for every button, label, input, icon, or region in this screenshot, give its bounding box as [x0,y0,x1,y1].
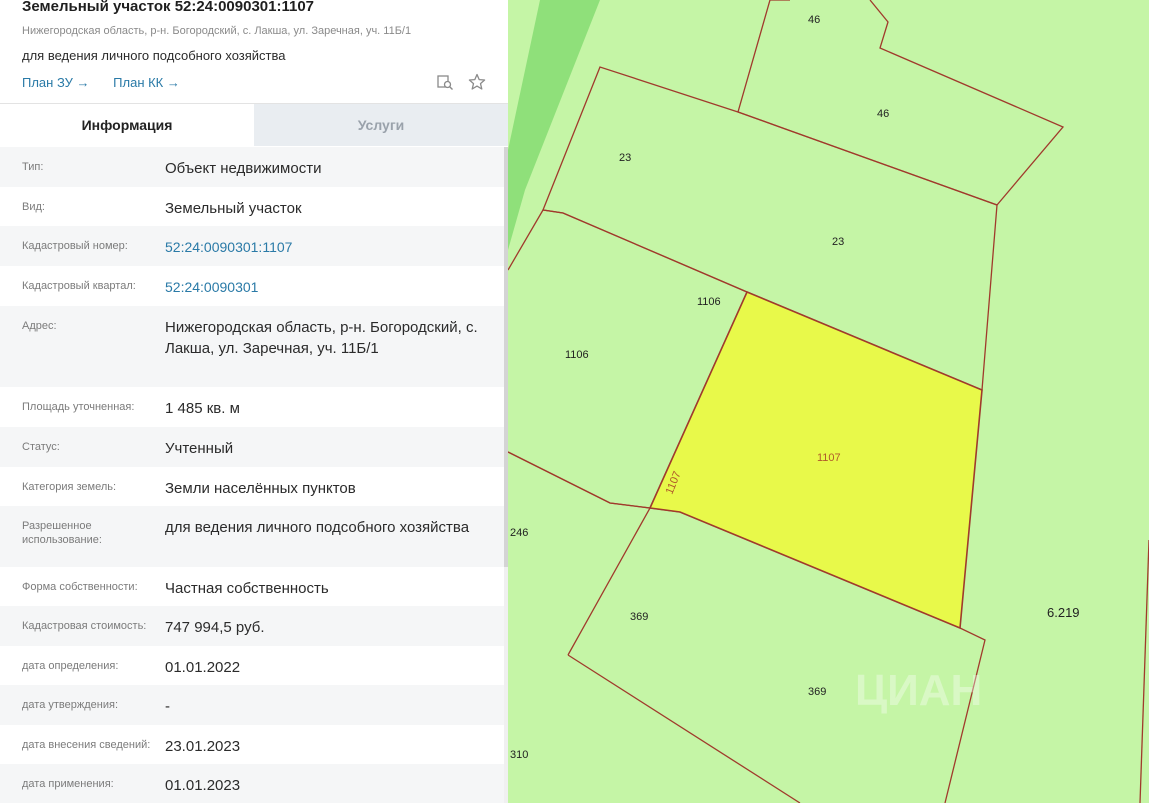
row-label: Форма собственности: [22,581,138,593]
panel-header: Земельный участок 52:24:0090301:1107 Ниж… [0,0,508,104]
row-value: Учтенный [165,440,234,457]
row-label: Тип: [22,161,44,173]
map-label-1107: 1107 [817,452,841,464]
property-row: Категория земель: Земли населённых пункто… [0,467,508,506]
tab-bar: Информация Услуги [0,104,508,146]
property-row: Кадастровый квартал: 52:24:0090301 [0,266,508,306]
cadastral-quarter-link[interactable]: 52:24:0090301 [165,277,508,306]
row-label: Вид: [22,201,45,213]
map-label-46a: 46 [808,14,820,26]
row-value: 747 994,5 руб. [165,619,265,636]
row-value: 23.01.2023 [165,738,241,755]
row-label: Кадастровый квартал: [22,280,136,292]
row-label: дата применения: [22,778,114,790]
scrollbar-thumb[interactable] [504,147,508,567]
row-value: 01.01.2022 [165,659,241,676]
row-label: Площадь уточненная: [22,401,135,413]
watermark-logo: ЦИАН [855,666,982,715]
map-label-46b: 46 [877,108,889,120]
row-value: Частная собственность [165,580,329,597]
property-row: дата утверждения: - [0,685,508,725]
map-label-1106b: 1106 [565,349,589,361]
row-value: 1 485 кв. м [165,400,240,417]
map-label-6219: 6.219 [1047,605,1080,620]
row-value: 01.01.2023 [165,777,241,794]
row-label: Кадастровый номер: [22,240,128,252]
property-row: Кадастровая стоимость: 747 994,5 руб. [0,606,508,646]
property-row: Статус: Учтенный [0,427,508,467]
row-label: Статус: [22,441,60,453]
land-use-subtitle: для ведения личного подсобного хозяйства [22,48,286,63]
row-value: для ведения личного подсобного хозяйства [165,519,470,536]
row-label: Кадастровая стоимость: [22,620,147,632]
property-row: Кадастровый номер: 52:24:0090301:1107 [0,226,508,266]
scrollbar[interactable] [504,147,508,803]
row-value: - [165,698,170,715]
map-label-1106a: 1106 [697,296,721,308]
map-label-369b: 369 [808,686,826,698]
row-label: Разрешенное использование: [22,520,102,546]
info-panel: Земельный участок 52:24:0090301:1107 Ниж… [0,0,508,803]
map-label-23b: 23 [832,236,844,248]
property-row: Адрес: Нижегородская область, р-н. Богоро… [0,306,508,387]
plan-links: План ЗУ → План КК → [22,75,200,90]
row-value: Нижегородская область, р-н. Богородский,… [165,319,478,357]
star-icon[interactable] [468,73,486,91]
property-row: дата внесения сведений: 23.01.2023 [0,725,508,764]
map-label-23a: 23 [619,152,631,164]
row-label: дата внесения сведений: [22,739,151,751]
map-label-310: 310 [510,749,528,761]
row-value: Объект недвижимости [165,160,322,177]
tab-services[interactable]: Услуги [254,104,508,146]
property-row: Тип: Объект недвижимости [0,147,508,187]
row-label: дата определения: [22,660,119,672]
property-row: Разрешенное использование: для ведения ли… [0,506,508,567]
tab-info[interactable]: Информация [0,104,254,146]
cadastral-number-link[interactable]: 52:24:0090301:1107 [165,237,508,266]
property-row: Площадь уточненная: 1 485 кв. м [0,387,508,427]
property-row: дата применения: 01.01.2023 [0,764,508,803]
row-label: Адрес: [22,320,57,332]
row-label: дата утверждения: [22,699,119,711]
row-label: Категория земель: [22,481,117,493]
page-title: Земельный участок 52:24:0090301:1107 [22,0,315,15]
property-rows: Тип: Объект недвижимости Вид: Земельный уч… [0,147,508,803]
header-icons [436,73,486,91]
map-search-icon[interactable] [436,73,454,91]
property-row: дата определения: 01.01.2022 [0,646,508,685]
map-label-369a: 369 [630,611,648,623]
row-value: Земельный участок [165,200,302,217]
property-row: Форма собственности: Частная собственност… [0,567,508,606]
map-label-246: 246 [510,527,528,539]
plan-zu-link[interactable]: План ЗУ → [22,75,90,90]
address-subtitle: Нижегородская область, р-н. Богородский,… [22,25,412,37]
property-row: Вид: Земельный участок [0,187,508,226]
plan-kk-link[interactable]: План КК → [113,75,180,90]
row-value: Земли населённых пунктов [165,480,356,497]
